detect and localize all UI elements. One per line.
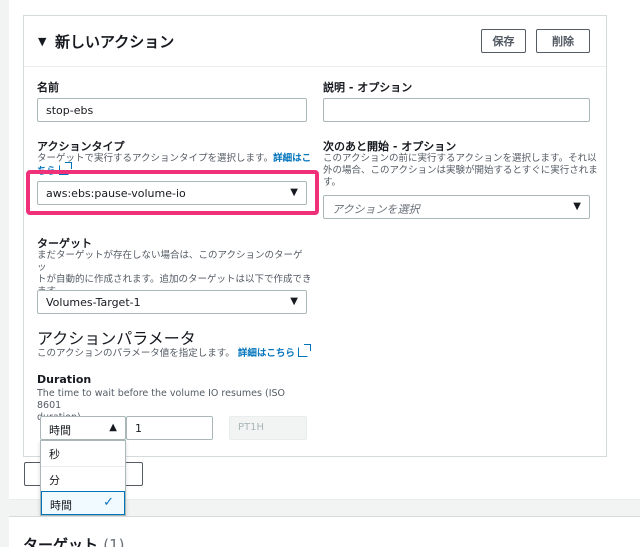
checkmark-icon: ✓: [103, 495, 114, 510]
target-select[interactable]: Volumes-Target-1 ▼: [37, 290, 307, 314]
start-after-description: このアクションの前に実行するアクションを選択します。それ以 外の場合、このアクシ…: [323, 153, 598, 188]
duration-unit-select[interactable]: 時間 ▲: [40, 416, 126, 440]
duration-amount-input[interactable]: 1: [126, 416, 213, 440]
targets-title: ターゲット (1): [23, 534, 125, 547]
description-input[interactable]: [323, 98, 590, 122]
params-learn-more-link[interactable]: 詳細はこちら: [238, 348, 295, 359]
dropdown-option-hours[interactable]: 時間 ✓: [41, 491, 125, 515]
targets-count: (1): [103, 536, 125, 547]
targets-section: ターゲット (1): [9, 516, 640, 547]
dropdown-arrow-icon: ▼: [290, 296, 298, 307]
dropdown-arrow-icon: ▼: [573, 201, 581, 212]
highlight-annotation: [26, 170, 319, 215]
duration-unit-dropdown: 秒 分 時間 ✓: [40, 440, 126, 516]
learn-more-link[interactable]: 詳細はこ: [273, 153, 311, 164]
name-label: 名前: [37, 81, 59, 94]
action-panel-header: ▼ 新しいアクション 保存 削除: [24, 16, 606, 67]
params-title: アクションパラメータ: [37, 329, 196, 348]
action-type-label: アクションタイプ: [37, 140, 125, 153]
target-label: ターゲット: [37, 237, 92, 250]
start-after-label: 次のあと開始 - オプション: [323, 140, 457, 153]
name-input[interactable]: stop-ebs: [37, 98, 307, 122]
start-after-select[interactable]: アクションを選択 ▼: [323, 195, 590, 219]
chevron-up-icon: ▲: [109, 422, 117, 433]
duration-iso-preview: PT1H: [229, 416, 307, 440]
params-description: このアクションのパラメータ値を指定します。 詳細はこちら: [37, 344, 337, 360]
external-link-icon[interactable]: [297, 344, 311, 357]
duration-label: Duration: [37, 373, 92, 386]
dropdown-option-seconds[interactable]: 秒: [41, 441, 125, 465]
delete-button[interactable]: 削除: [536, 29, 590, 53]
description-label: 説明 - オプション: [323, 81, 413, 94]
save-button[interactable]: 保存: [481, 29, 526, 53]
dropdown-option-minutes[interactable]: 分: [41, 466, 125, 490]
panel-title: 新しいアクション: [55, 33, 175, 51]
caret-down-icon[interactable]: ▼: [38, 35, 46, 48]
